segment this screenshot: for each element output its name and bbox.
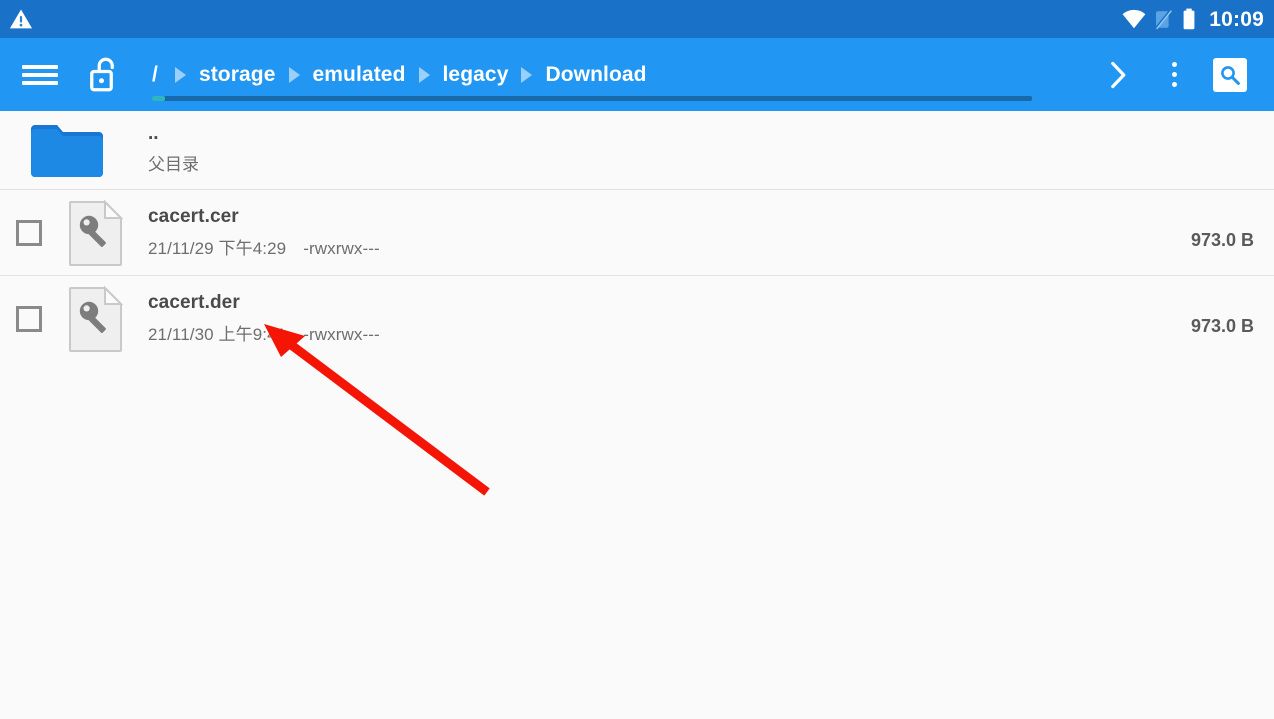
triangle-right-icon [288,67,300,83]
file-text-cacert-der: cacert.der 21/11/30 上午9:41 -rwxrwx--- [134,292,1191,345]
breadcrumb-scrollbar[interactable] [152,96,1032,101]
breadcrumb-item-legacy[interactable]: legacy [443,63,509,87]
file-manager-app: 10:09 / storage emulated legacy Download… [0,0,1274,719]
breadcrumb-item-storage[interactable]: storage [199,63,276,87]
dot [1171,72,1177,77]
breadcrumb-items: / storage emulated legacy Download [152,58,647,92]
file-checkbox-cell [0,219,58,246]
folder-icon [0,119,134,181]
file-select-checkbox[interactable] [16,219,42,246]
breadcrumb-item-emulated[interactable]: emulated [313,63,406,87]
chevron-right-icon[interactable] [1090,47,1146,103]
hamburger-line [22,80,58,85]
search-icon-box [1213,57,1247,92]
status-bar-right: 10:09 [1122,8,1274,30]
status-bar-left [0,6,34,32]
file-text-cacert-cer: cacert.cer 21/11/29 下午4:29 -rwxrwx--- [134,206,1191,259]
app-bar: / storage emulated legacy Download [0,38,1274,111]
file-name: cacert.cer [148,205,239,227]
signal-off-icon [1155,9,1173,30]
parent-directory-subtitle: 父目录 [148,155,199,175]
hamburger-line [22,72,58,77]
dot [1171,82,1177,87]
hamburger-line [22,64,58,69]
parent-directory-row[interactable]: .. 父目录 [0,111,1274,189]
triangle-right-icon [174,67,186,83]
search-icon[interactable] [1202,47,1258,103]
unlocked-padlock-icon[interactable] [76,50,134,100]
wifi-icon [1122,9,1146,29]
triangle-right-icon [521,67,533,83]
file-size: 973.0 B [1190,316,1254,336]
certificate-key-file-icon [58,284,134,354]
file-name: cacert.der [148,291,240,313]
file-row-cacert-der[interactable]: cacert.der 21/11/30 上午9:41 -rwxrwx--- 97… [0,275,1274,361]
warning-triangle-icon [8,6,34,32]
breadcrumb-item-download[interactable]: Download [545,63,646,87]
file-modified-date: 21/11/29 下午4:29 [148,238,287,258]
file-meta: 21/11/30 上午9:41 -rwxrwx--- [148,325,1191,345]
file-row-cacert-cer[interactable]: cacert.cer 21/11/29 下午4:29 -rwxrwx--- 97… [0,189,1274,275]
file-meta: 21/11/29 下午4:29 -rwxrwx--- [148,239,1191,259]
triangle-right-icon [418,67,430,83]
file-permissions: -rwxrwx--- [303,238,380,258]
dot [1171,62,1177,67]
status-bar: 10:09 [0,0,1274,38]
file-permissions: -rwxrwx--- [303,324,380,344]
breadcrumb-scrollbar-thumb[interactable] [152,96,165,101]
certificate-key-file-icon [58,198,134,268]
parent-directory-text: .. 父目录 [134,124,1274,175]
status-bar-clock: 10:09 [1209,7,1264,31]
three-dots-vertical-icon[interactable] [1146,47,1202,103]
breadcrumb: / storage emulated legacy Download [144,38,1090,111]
battery-full-icon [1182,8,1196,30]
file-list: .. 父目录 cacert.cer 21/11/29 下午4:29 -rwxrw… [0,111,1274,719]
file-checkbox-cell [0,305,58,332]
file-modified-date: 21/11/30 上午9:41 [148,324,287,344]
file-size: 973.0 B [1190,230,1254,250]
file-select-checkbox[interactable] [16,305,42,332]
parent-directory-name: .. [148,123,159,145]
breadcrumb-root[interactable]: / [152,63,158,87]
app-bar-actions [1090,47,1258,103]
hamburger-menu-icon[interactable] [12,50,68,100]
